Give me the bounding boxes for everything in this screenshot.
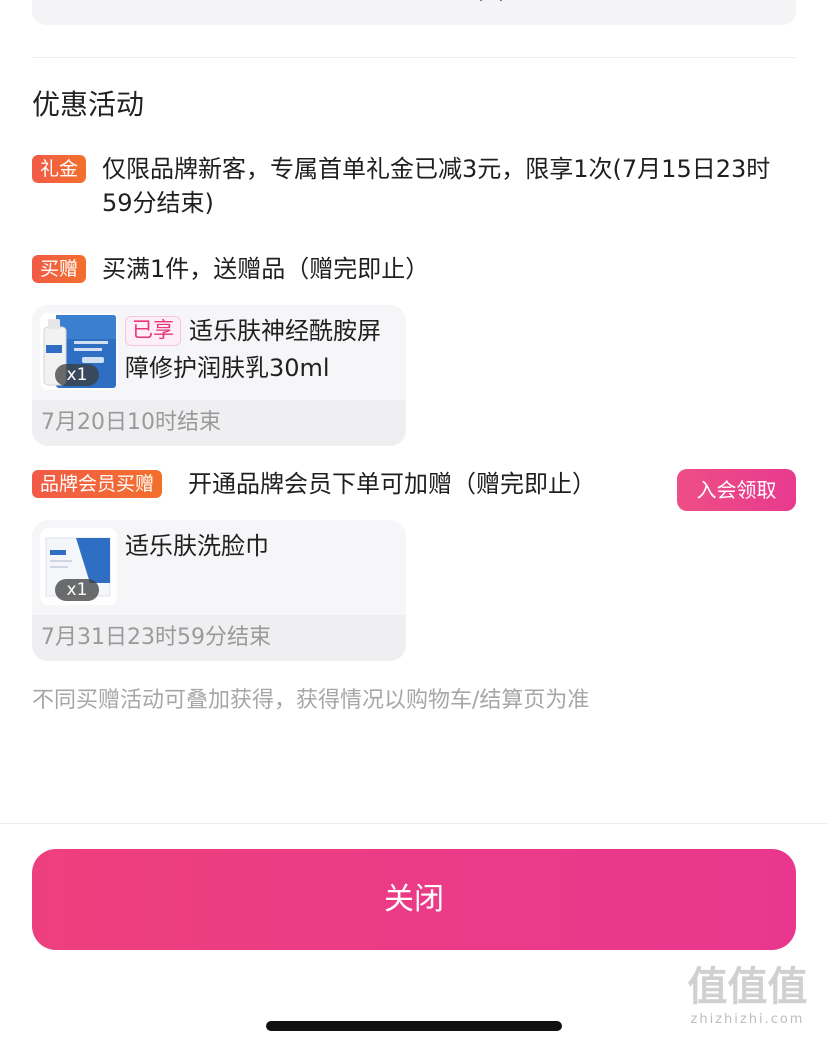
product-image: x1 [40, 313, 117, 390]
product-image: x1 [40, 528, 117, 605]
promotion-note: 不同买赠活动可叠加获得，获得情况以购物车/结算页为准 [32, 688, 590, 713]
gift-end-time: 7月20日10时结束 [32, 400, 406, 446]
promo-tag: 品牌会员买赠 [32, 470, 163, 498]
join-member-button[interactable]: 入会领取 [677, 469, 796, 511]
promo-text: 仅限品牌新客，专属首单礼金已减3元，限享1次(7月15日23时59分结束) [102, 155, 771, 217]
gift-name: 已享 适乐肤神经酰胺屏障修护润肤乳30ml [125, 313, 398, 387]
watermark-glyphs: 值值值 [687, 964, 808, 1010]
home-indicator[interactable] [266, 1021, 562, 1031]
section-title: 优惠活动 [32, 88, 145, 121]
expand-coupons-label: 展开更多优惠券(8) [32, 0, 796, 22]
promo-tag: 买赠 [32, 255, 87, 283]
expand-coupons-button[interactable]: 展开更多优惠券(8) [32, 0, 796, 25]
watermark-url: zhizhizhi.com [690, 1012, 805, 1027]
watermark-logo: 值值值 zhizhizhi.com [675, 962, 820, 1040]
promo-text: 买满1件，送赠品（赠完即止） [102, 255, 430, 283]
gift-card[interactable]: x1 适乐肤洗脸巾 7月31日23时59分结束 [32, 520, 406, 661]
gift-end-time: 7月31日23时59分结束 [32, 615, 406, 661]
promotion-buy-gift: 买赠 买满1件，送赠品（赠完即止） [32, 252, 796, 288]
gift-name-text: 适乐肤洗脸巾 [125, 532, 269, 560]
gift-name: 适乐肤洗脸巾 [125, 528, 398, 565]
divider [32, 57, 796, 58]
gift-card[interactable]: x1 已享 适乐肤神经酰胺屏障修护润肤乳30ml 7月20日10时结束 [32, 305, 406, 446]
promo-text: 开通品牌会员下单可加赠（赠完即止） [188, 470, 596, 498]
promotion-gift-cash: 礼金 仅限品牌新客，专属首单礼金已减3元，限享1次(7月15日23时59分结束) [32, 152, 796, 224]
promo-tag: 礼金 [32, 155, 87, 183]
close-button[interactable]: 关闭 [32, 849, 796, 950]
enjoyed-badge: 已享 [125, 316, 181, 346]
quantity-badge: x1 [55, 579, 99, 601]
quantity-badge: x1 [55, 364, 99, 386]
divider [0, 823, 828, 824]
